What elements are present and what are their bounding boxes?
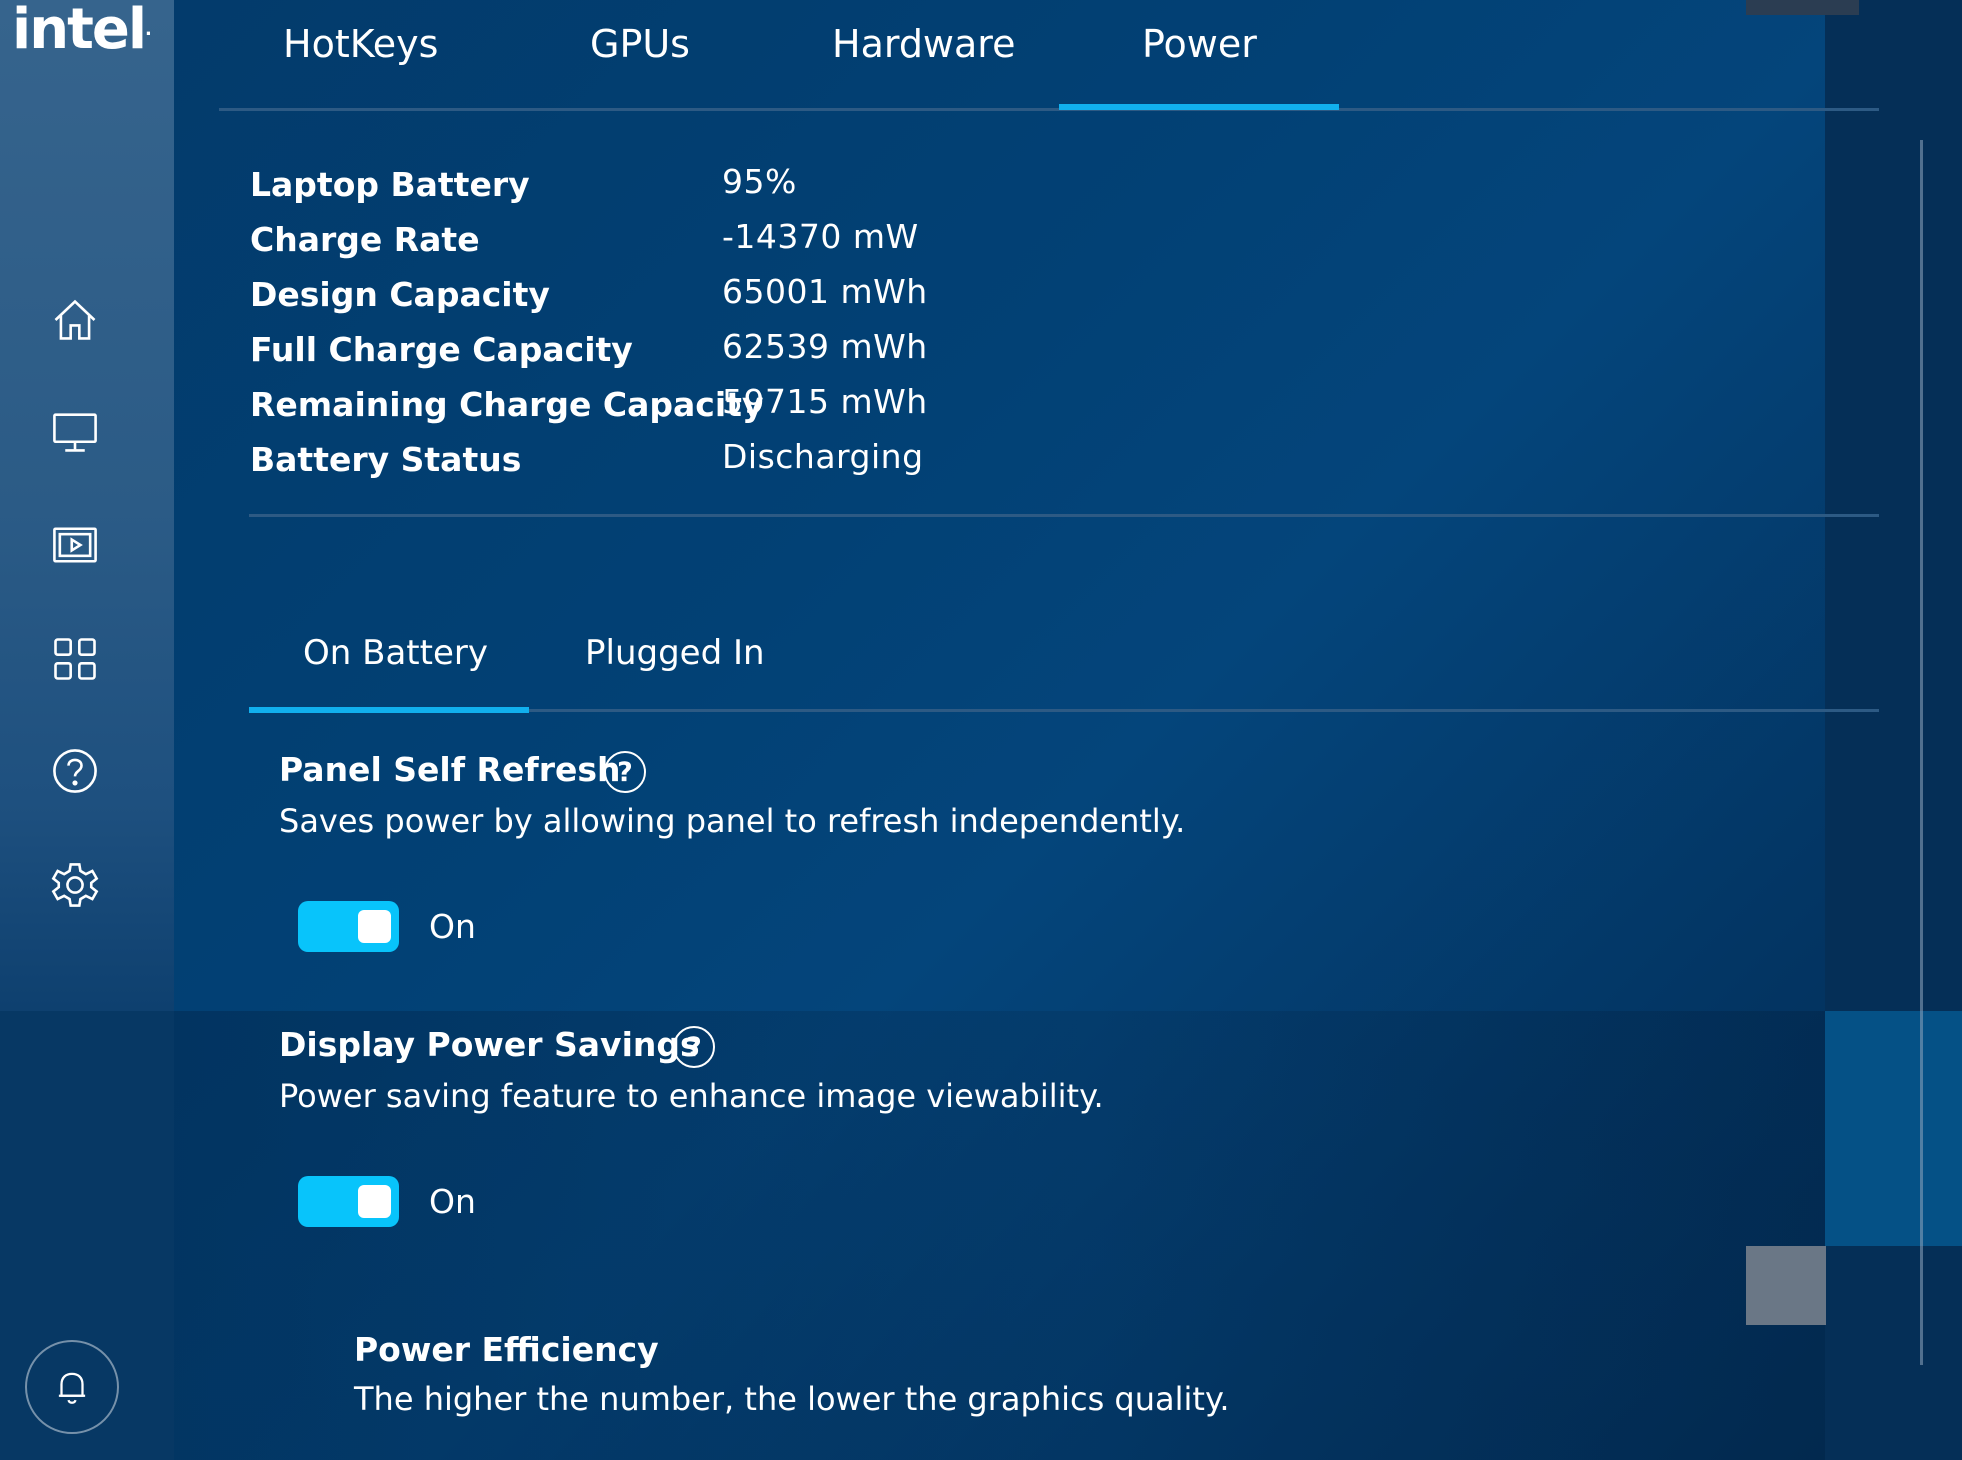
background-right-block [1825,1011,1962,1246]
panel-self-refresh-state: On [429,907,476,946]
intel-logo: intel. [12,0,152,62]
battery-info-label: Full Charge Capacity [250,330,633,369]
battery-info-value: Discharging [722,437,924,476]
battery-info-value: 65001 mWh [722,272,928,311]
logo-dot: . [145,19,152,40]
battery-info-divider [249,514,1879,517]
power-efficiency-description: The higher the number, the lower the gra… [354,1380,1230,1418]
display-power-savings-description: Power saving feature to enhance image vi… [279,1077,1104,1115]
sidebar-item-display[interactable] [44,401,106,463]
help-icon [53,749,97,793]
panel-self-refresh-help-icon[interactable]: ? [604,751,646,793]
notifications-button[interactable] [25,1340,119,1434]
battery-info-value: 62539 mWh [722,327,928,366]
display-power-savings-state: On [429,1182,476,1221]
gear-icon [51,863,99,907]
toggle-knob [358,1185,391,1218]
display-power-savings-help-icon[interactable]: ? [673,1026,715,1068]
panel-self-refresh-description: Saves power by allowing panel to refresh… [279,802,1186,840]
toggle-knob [358,910,391,943]
panel-self-refresh-title: Panel Self Refresh [279,750,621,789]
display-power-savings-title: Display Power Savings [279,1025,700,1064]
bell-icon [58,1372,86,1404]
monitor-icon [53,413,97,452]
home-icon [54,299,96,340]
battery-info-value: 59715 mWh [722,382,928,421]
tab-hotkeys[interactable]: HotKeys [283,22,438,66]
sidebar: intel. [0,0,174,1460]
battery-info-value: -14370 mW [722,217,919,256]
power-efficiency-title: Power Efficiency [354,1330,659,1369]
background-top-nub [1746,0,1859,15]
scrollbar[interactable] [1920,140,1923,1365]
battery-info-label: Charge Rate [250,220,480,259]
sidebar-item-apps[interactable] [44,628,106,690]
tab-hardware[interactable]: Hardware [832,22,1015,66]
display-power-savings-toggle[interactable] [298,1176,399,1227]
top-tab-active-indicator [1059,104,1339,110]
battery-info-label: Design Capacity [250,275,550,314]
video-icon [53,527,97,563]
tab-on-battery[interactable]: On Battery [303,633,488,673]
battery-info-value: 95% [722,162,797,201]
top-tabs-divider [219,108,1879,111]
battery-info-label: Battery Status [250,440,522,479]
sidebar-item-settings[interactable] [44,854,106,916]
battery-info-label: Remaining Charge Capacity [250,385,764,424]
logo-text: intel [12,0,147,62]
sidebar-item-help[interactable] [44,740,106,802]
sidebar-item-home[interactable] [44,289,106,351]
background-gray-square [1746,1246,1826,1325]
battery-info-label: Laptop Battery [250,165,530,204]
tab-gpus[interactable]: GPUs [590,22,690,66]
sidebar-item-video[interactable] [44,514,106,576]
sub-tab-active-indicator [249,707,529,713]
grid-icon [54,638,96,680]
tab-plugged-in[interactable]: Plugged In [585,633,765,673]
panel-self-refresh-toggle[interactable] [298,901,399,952]
tab-power[interactable]: Power [1142,22,1257,66]
